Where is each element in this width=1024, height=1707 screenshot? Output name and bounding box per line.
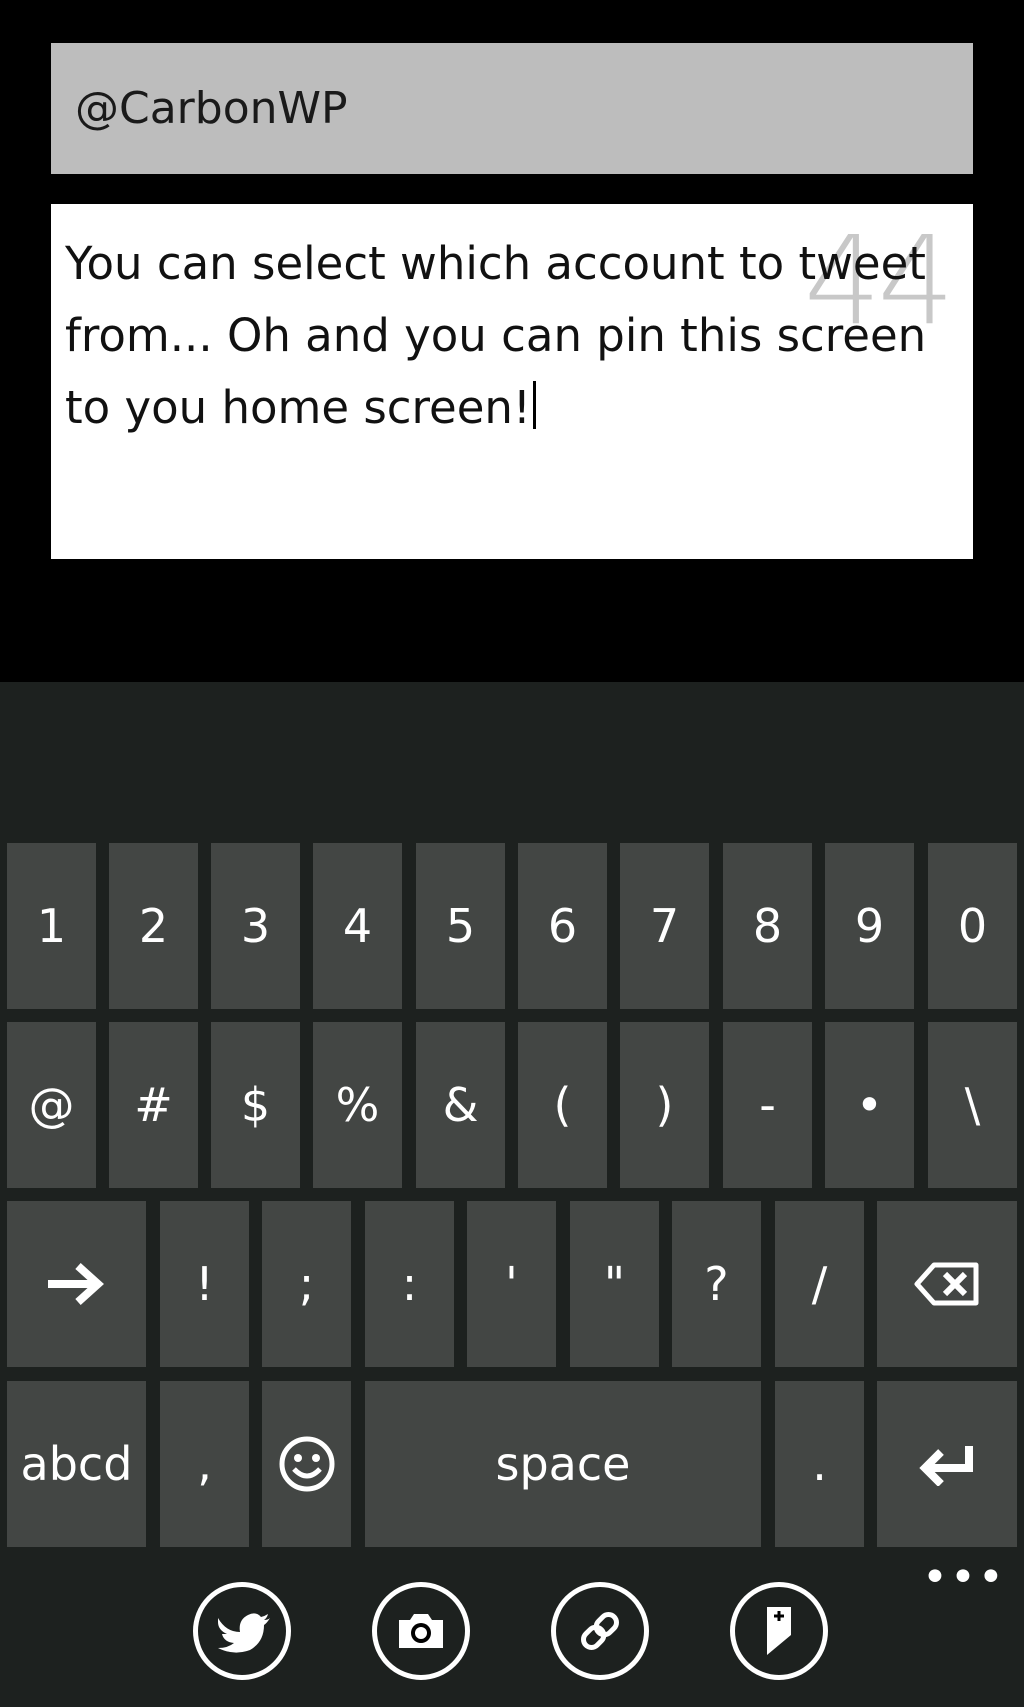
pin-button[interactable] xyxy=(730,1582,828,1680)
key-label: 7 xyxy=(649,899,680,953)
key-label: 8 xyxy=(752,899,783,953)
text-caret xyxy=(532,381,536,429)
key-slash[interactable]: / xyxy=(775,1201,864,1367)
key-label: space xyxy=(495,1437,631,1491)
account-name: @CarbonWP xyxy=(75,83,348,134)
key-label: ? xyxy=(704,1257,729,1311)
arrow-right-icon xyxy=(47,1263,104,1305)
key-label: 4 xyxy=(342,899,373,953)
key-label: , xyxy=(197,1437,212,1491)
camera-icon xyxy=(399,1614,443,1648)
link-icon xyxy=(581,1612,619,1650)
backspace-key[interactable] xyxy=(877,1201,1017,1367)
key-label: ; xyxy=(298,1257,315,1311)
tweet-text-box[interactable]: 44 You can select which account to tweet… xyxy=(51,204,973,559)
key-1[interactable]: 1 xyxy=(7,843,96,1009)
key-quote[interactable]: " xyxy=(570,1201,659,1367)
key-label: 5 xyxy=(445,899,476,953)
key-label: abcd xyxy=(20,1437,133,1491)
key-question[interactable]: ? xyxy=(672,1201,761,1367)
key-label: : xyxy=(401,1257,418,1311)
key-7[interactable]: 7 xyxy=(620,843,709,1009)
space-key[interactable]: space xyxy=(365,1381,761,1547)
account-selector[interactable]: @CarbonWP xyxy=(51,43,973,174)
more-options-button[interactable]: ••• xyxy=(922,1556,1004,1600)
key-label: ) xyxy=(655,1078,674,1132)
key-label: \ xyxy=(964,1078,981,1132)
emoji-key[interactable] xyxy=(262,1381,351,1547)
enter-icon xyxy=(919,1446,973,1486)
tweet-text: You can select which account to tweet fr… xyxy=(65,228,959,444)
key-label: / xyxy=(811,1257,828,1311)
compose-tweet-screen: @CarbonWP 44 You can select which accoun… xyxy=(0,0,1024,1707)
abcd-key[interactable]: abcd xyxy=(7,1381,146,1547)
key-bullet[interactable]: • xyxy=(825,1022,914,1188)
link-button[interactable] xyxy=(551,1582,649,1680)
key-label: 9 xyxy=(854,899,885,953)
backspace-icon xyxy=(914,1262,979,1306)
key-colon[interactable]: : xyxy=(365,1201,454,1367)
key-backslash[interactable]: \ xyxy=(928,1022,1017,1188)
key-hash[interactable]: # xyxy=(109,1022,198,1188)
key-close-paren[interactable]: ) xyxy=(620,1022,709,1188)
key-label: 2 xyxy=(138,899,169,953)
key-label: " xyxy=(603,1257,626,1311)
key-8[interactable]: 8 xyxy=(723,843,812,1009)
key-3[interactable]: 3 xyxy=(211,843,300,1009)
key-label: - xyxy=(759,1078,776,1132)
key-label: 3 xyxy=(240,899,271,953)
key-label: $ xyxy=(240,1078,271,1132)
key-hyphen[interactable]: - xyxy=(723,1022,812,1188)
key-ampersand[interactable]: & xyxy=(416,1022,505,1188)
key-label: ' xyxy=(505,1257,518,1311)
key-at[interactable]: @ xyxy=(7,1022,96,1188)
key-5[interactable]: 5 xyxy=(416,843,505,1009)
tweet-message: You can select which account to tweet fr… xyxy=(65,237,927,434)
key-label: # xyxy=(134,1078,173,1132)
key-semicolon[interactable]: ; xyxy=(262,1201,351,1367)
key-label: 0 xyxy=(957,899,988,953)
key-exclamation[interactable]: ! xyxy=(160,1201,249,1367)
pin-icon xyxy=(767,1607,791,1655)
key-open-paren[interactable]: ( xyxy=(518,1022,607,1188)
key-6[interactable]: 6 xyxy=(518,843,607,1009)
key-label: . xyxy=(812,1437,827,1491)
key-label: % xyxy=(335,1078,380,1132)
key-label: 1 xyxy=(36,899,67,953)
smiley-icon xyxy=(279,1436,334,1492)
key-apostrophe[interactable]: ' xyxy=(467,1201,556,1367)
key-label: 6 xyxy=(547,899,578,953)
enter-key[interactable] xyxy=(877,1381,1017,1547)
key-label: ! xyxy=(195,1257,214,1311)
key-9[interactable]: 9 xyxy=(825,843,914,1009)
twitter-bird-icon xyxy=(218,1613,270,1653)
key-2[interactable]: 2 xyxy=(109,843,198,1009)
key-dollar[interactable]: $ xyxy=(211,1022,300,1188)
key-label: ( xyxy=(553,1078,572,1132)
key-label: & xyxy=(442,1078,479,1132)
tab-key[interactable] xyxy=(7,1201,146,1367)
camera-button[interactable] xyxy=(372,1582,470,1680)
key-comma[interactable]: , xyxy=(160,1381,249,1547)
key-4[interactable]: 4 xyxy=(313,843,402,1009)
twitter-button[interactable] xyxy=(193,1582,291,1680)
key-label: • xyxy=(855,1078,884,1132)
on-screen-keyboard xyxy=(0,682,1024,1707)
key-label: @ xyxy=(28,1078,75,1132)
more-dots-label: ••• xyxy=(922,1552,1006,1603)
key-percent[interactable]: % xyxy=(313,1022,402,1188)
key-0[interactable]: 0 xyxy=(928,843,1017,1009)
key-period[interactable]: . xyxy=(775,1381,864,1547)
